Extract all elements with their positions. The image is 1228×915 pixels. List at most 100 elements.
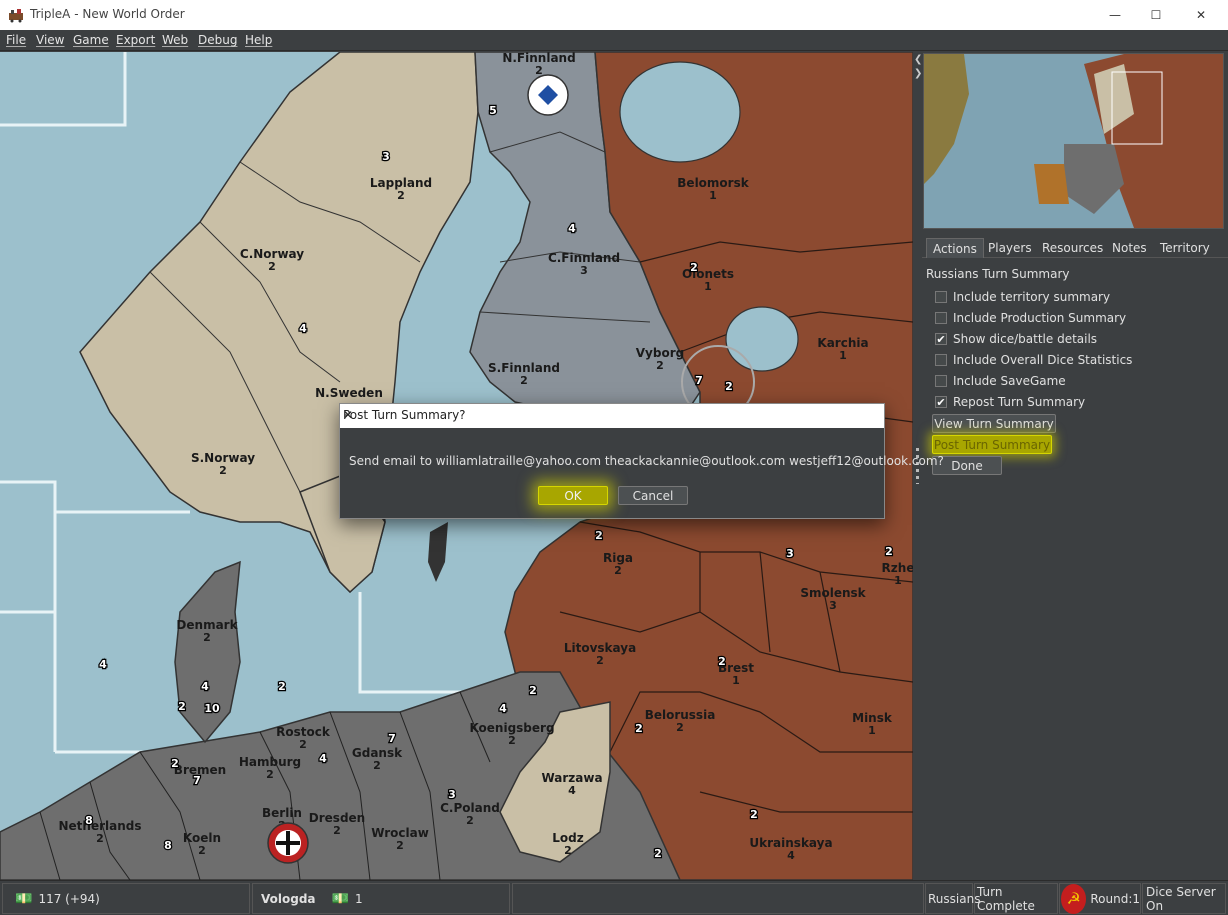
option-dice-battle-details[interactable]: ✔ Show dice/battle details xyxy=(935,330,1097,348)
menu-web[interactable]: Web xyxy=(162,33,188,47)
right-panel: Actions Players Resources Notes Territor… xyxy=(922,52,1228,880)
checkbox[interactable] xyxy=(935,354,947,366)
tab-actions[interactable]: Actions xyxy=(926,238,984,258)
unit-stack-count[interactable]: 2 xyxy=(717,654,727,670)
territory-production-value: 1 xyxy=(894,574,902,587)
unit-stack-count[interactable]: 4 xyxy=(498,701,509,717)
unit-stack-count[interactable]: 3 xyxy=(447,787,457,803)
cancel-button[interactable]: Cancel xyxy=(618,486,688,505)
unit-stack-count[interactable]: 7 xyxy=(387,731,397,747)
unit-stack-count[interactable]: 10 xyxy=(203,701,221,717)
checkbox-checked[interactable]: ✔ xyxy=(935,333,947,345)
unit-stack-count[interactable]: 7 xyxy=(192,773,202,789)
tab-notes[interactable]: Notes xyxy=(1106,238,1153,258)
checkmark-icon: ✔ xyxy=(936,333,946,346)
unit-stack-count[interactable]: 2 xyxy=(177,699,187,715)
territory-production-value: 3 xyxy=(580,264,588,277)
money-icon: 💵 xyxy=(331,890,349,907)
unit-stack-count[interactable]: 2 xyxy=(749,807,759,823)
unit-stack-count[interactable]: 2 xyxy=(170,756,180,772)
territory-production-value: 3 xyxy=(829,599,837,612)
tab-resources[interactable]: Resources xyxy=(1036,238,1109,258)
territory-production-value: 2 xyxy=(466,814,474,827)
unit-stack-count[interactable]: 4 xyxy=(298,321,309,337)
territory-production-value: 1 xyxy=(732,674,740,687)
menu-view[interactable]: View xyxy=(36,33,64,47)
unit-stack-count[interactable]: 2 xyxy=(277,679,287,695)
territory-production-value: 2 xyxy=(219,464,227,477)
dialog-title-bar: Post Turn Summary? ✕ xyxy=(340,404,884,428)
unit-stack-count[interactable]: 2 xyxy=(594,528,604,544)
dialog-close-icon[interactable]: ✕ xyxy=(343,408,877,422)
territory-production-value: 2 xyxy=(564,844,572,857)
territory-name-label: Karchia xyxy=(817,336,868,350)
option-overall-dice-stats[interactable]: Include Overall Dice Statistics xyxy=(935,351,1132,369)
minimize-button[interactable]: — xyxy=(1092,0,1138,30)
menu-debug[interactable]: Debug xyxy=(198,33,237,47)
territory-name-label: Hamburg xyxy=(239,755,301,769)
territory-production-value: 2 xyxy=(508,734,516,747)
minimap-canvas[interactable] xyxy=(924,54,1223,228)
finland-roundel xyxy=(527,74,569,116)
post-turn-summary-button[interactable]: Post Turn Summary xyxy=(932,435,1052,454)
territory-production-value: 2 xyxy=(396,839,404,852)
maximize-button[interactable]: ☐ xyxy=(1133,0,1179,30)
menu-file[interactable]: File xyxy=(6,33,26,47)
territory-production-value: 2 xyxy=(266,768,274,781)
unit-stack-count[interactable]: 2 xyxy=(653,846,663,862)
view-turn-summary-button[interactable]: View Turn Summary xyxy=(932,414,1056,433)
unit-stack-count[interactable]: 5 xyxy=(488,103,498,119)
territory-name-label: Dresden xyxy=(309,811,365,825)
territory-name-label: Wroclaw xyxy=(371,826,429,840)
post-turn-summary-dialog: Post Turn Summary? ✕ Send email to willi… xyxy=(339,403,944,519)
checkbox[interactable] xyxy=(935,375,947,387)
menu-export[interactable]: Export xyxy=(116,33,155,47)
unit-stack-count[interactable]: 8 xyxy=(163,838,173,854)
option-label: Include SaveGame xyxy=(953,374,1066,388)
current-step: Turn Complete xyxy=(974,883,1058,914)
dice-server-status: Dice Server On xyxy=(1142,883,1226,914)
option-label: Include Overall Dice Statistics xyxy=(953,353,1133,367)
close-window-button[interactable]: ✕ xyxy=(1178,0,1224,30)
checkbox-checked[interactable]: ✔ xyxy=(935,396,947,408)
unit-stack-count[interactable]: 8 xyxy=(84,813,94,829)
territory-production-value: 2 xyxy=(333,824,341,837)
territory-name-label: Belomorsk xyxy=(677,176,749,190)
unit-stack-count[interactable]: 2 xyxy=(634,721,644,737)
option-repost-turn-summary[interactable]: ✔ Repost Turn Summary xyxy=(935,393,1085,411)
checkbox[interactable] xyxy=(935,291,947,303)
unit-stack-count[interactable]: 4 xyxy=(567,221,578,237)
unit-stack-count[interactable]: 2 xyxy=(724,379,734,395)
territory-production-value: 2 xyxy=(656,359,664,372)
unit-stack-count[interactable]: 7 xyxy=(694,373,704,389)
unit-stack-count[interactable]: 4 xyxy=(98,657,109,673)
option-production-summary[interactable]: Include Production Summary xyxy=(935,309,1126,327)
option-territory-summary[interactable]: Include territory summary xyxy=(935,288,1110,306)
tab-territory[interactable]: Territory xyxy=(1154,238,1216,258)
unit-stack-count[interactable]: 2 xyxy=(689,260,699,276)
minimap-france xyxy=(1034,164,1069,204)
window-title: TripleA - New World Order xyxy=(30,7,185,21)
unit-stack-count[interactable]: 4 xyxy=(200,679,211,695)
ok-button[interactable]: OK xyxy=(538,486,608,505)
menu-help[interactable]: Help xyxy=(245,33,272,47)
territory-name-label: Berlin xyxy=(262,806,302,820)
player-pus-cell: 💵 117 (+94) xyxy=(2,883,250,914)
checkbox[interactable] xyxy=(935,312,947,324)
menu-game[interactable]: Game xyxy=(73,33,109,47)
maximize-icon: ☐ xyxy=(1150,8,1162,22)
territory-name-label: S.Norway xyxy=(191,451,255,465)
unit-stack-count[interactable]: 2 xyxy=(528,683,538,699)
territory-name-label: Lodz xyxy=(552,831,583,845)
option-savegame[interactable]: Include SaveGame xyxy=(935,372,1066,390)
unit-stack-count[interactable]: 3 xyxy=(785,546,795,562)
territory-production-value: 2 xyxy=(596,654,604,667)
minimap[interactable] xyxy=(923,53,1224,229)
unit-stack-count[interactable]: 4 xyxy=(318,751,329,767)
unit-stack-count[interactable]: 2 xyxy=(884,544,894,560)
turn-summary-title: Russians Turn Summary xyxy=(926,267,1070,281)
unit-stack-count[interactable]: 3 xyxy=(381,149,391,165)
territory-production-value: 2 xyxy=(268,260,276,273)
tab-players[interactable]: Players xyxy=(982,238,1038,258)
current-player: Russians xyxy=(925,883,980,914)
